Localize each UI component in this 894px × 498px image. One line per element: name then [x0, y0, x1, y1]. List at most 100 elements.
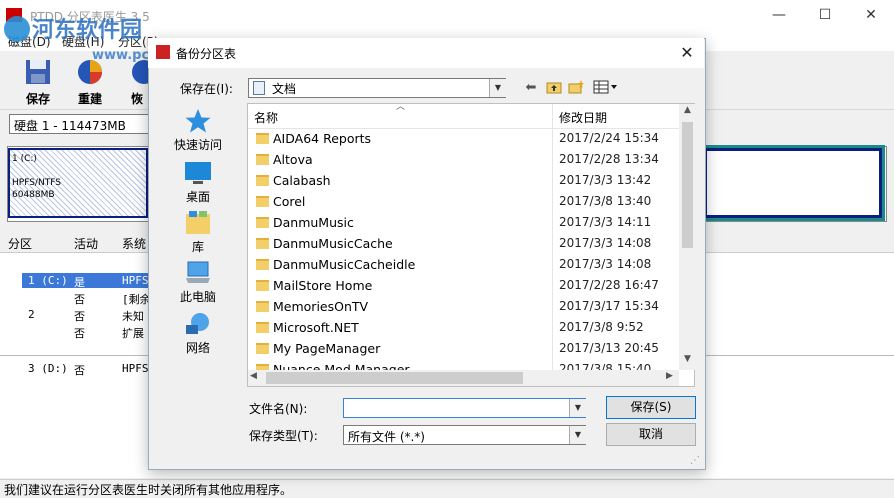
cancel-button[interactable]: 取消 [606, 423, 696, 446]
floppy-disk-icon [26, 60, 50, 84]
list-item[interactable]: DanmuMusic 2017/3/3 14:11 [254, 213, 674, 234]
file-name: My PageManager [273, 341, 381, 356]
place-network[interactable]: 网络 [168, 311, 228, 356]
row5-partition[interactable]: 3 (D:) [28, 362, 68, 375]
scroll-right-icon[interactable]: ▶ [666, 371, 673, 381]
place-quick-access[interactable]: 快速访问 [168, 108, 228, 153]
row2-active: 否 [74, 293, 85, 306]
disk-selector[interactable]: 硬盘 1 - 114473MB [9, 114, 169, 134]
file-name: DanmuMusic [273, 215, 354, 230]
documents-folder-icon [253, 81, 265, 95]
list-item[interactable]: DanmuMusicCache 2017/3/3 14:08 [254, 234, 674, 255]
place-this-pc[interactable]: 此电脑 [168, 260, 228, 305]
save-in-value: 文档 [272, 82, 297, 96]
file-date: 2017/3/8 15:40 [559, 362, 652, 370]
dialog-close-button[interactable]: ✕ [670, 38, 704, 68]
row2-system: [剩余 [122, 293, 151, 306]
folder-icon [256, 343, 269, 354]
row3-partition[interactable]: 2 [28, 308, 35, 321]
file-date: 2017/3/3 13:42 [559, 173, 652, 187]
rebuild-tool-button[interactable]: 重建 [66, 56, 114, 106]
row5-active: 否 [74, 364, 85, 377]
save-tool-button[interactable]: 保存 [14, 56, 62, 106]
up-folder-icon[interactable] [545, 80, 563, 96]
row1-system: HPFS [122, 274, 149, 287]
list-item[interactable]: MailStore Home 2017/2/28 16:47 [254, 276, 674, 297]
file-date: 2017/3/3 14:08 [559, 236, 652, 250]
file-date: 2017/2/24 15:34 [559, 131, 659, 145]
col-system[interactable]: 系统 [122, 235, 146, 252]
partition-d-block[interactable] [701, 145, 885, 221]
col-name-header[interactable]: 名称 [254, 109, 278, 126]
list-item[interactable]: Nuance Mod Manager 2017/3/8 15:40 [254, 360, 674, 370]
network-icon [186, 313, 209, 334]
list-item[interactable]: My PageManager 2017/3/13 20:45 [254, 339, 674, 360]
scroll-up-icon[interactable]: ▲ [679, 105, 696, 119]
list-item[interactable]: DanmuMusicCacheidle 2017/3/3 14:08 [254, 255, 674, 276]
maximize-button[interactable]: ☐ [802, 0, 848, 31]
folder-icon [256, 175, 269, 186]
file-name: Nuance Mod Manager [273, 362, 410, 370]
horizontal-scroll-thumb[interactable] [266, 372, 523, 384]
partition-c-fs: HPFS/NTFS [12, 178, 61, 188]
filetype-dropdown-icon[interactable]: ▼ [569, 426, 586, 444]
folder-icon [256, 133, 269, 144]
file-name: DanmuMusicCache [273, 236, 393, 251]
partition-c-size: 60488MB [12, 190, 55, 200]
scroll-left-icon[interactable]: ◀ [250, 371, 257, 381]
folder-icon [256, 280, 269, 291]
row3-system: 未知 [122, 310, 144, 323]
restore-tool-button[interactable]: 恢 [124, 56, 150, 106]
folder-icon [256, 301, 269, 312]
row4-active: 否 [74, 327, 85, 340]
filename-input[interactable] [343, 398, 586, 418]
status-text: 我们建议在运行分区表医生时关闭所有其他应用程序。 [4, 483, 293, 497]
file-date: 2017/3/8 9:52 [559, 320, 644, 334]
star-icon [185, 109, 211, 133]
file-name: DanmuMusicCacheidle [273, 257, 416, 272]
back-arrow-icon[interactable]: ⬅ [522, 80, 540, 96]
col-date-header[interactable]: 修改日期 [559, 109, 607, 126]
filename-dropdown-icon[interactable]: ▼ [569, 399, 586, 417]
file-date: 2017/3/8 13:40 [559, 194, 652, 208]
row4-system: 扩展 [122, 327, 144, 340]
scroll-down-icon[interactable]: ▼ [679, 354, 696, 368]
place-desktop[interactable]: 桌面 [168, 160, 228, 205]
folder-icon [256, 238, 269, 249]
list-item[interactable]: Microsoft.NET 2017/3/8 9:52 [254, 318, 674, 339]
list-item[interactable]: Altova 2017/2/28 13:34 [254, 150, 674, 171]
resize-grip-icon[interactable]: ⋰ [690, 455, 702, 467]
save-button[interactable]: 保存(S) [606, 396, 696, 419]
list-item[interactable]: Corel 2017/3/8 13:40 [254, 192, 674, 213]
desktop-icon [185, 162, 211, 184]
filetype-select[interactable]: 所有文件 (*.*) [343, 425, 586, 445]
view-menu-icon[interactable] [592, 80, 620, 96]
row3-active: 否 [74, 310, 85, 323]
file-date: 2017/3/17 15:34 [559, 299, 659, 313]
list-item[interactable]: MemoriesOnTV 2017/3/17 15:34 [254, 297, 674, 318]
minimize-button[interactable]: — [756, 0, 802, 31]
close-button[interactable]: ✕ [848, 0, 894, 31]
vertical-scroll-thumb[interactable] [682, 122, 693, 248]
file-date: 2017/3/3 14:08 [559, 257, 652, 271]
file-date: 2017/3/3 14:11 [559, 215, 652, 229]
save-in-label: 保存在(I): [180, 82, 233, 96]
col-active[interactable]: 活动 [74, 235, 98, 252]
file-name: Corel [273, 194, 306, 209]
col-partition[interactable]: 分区 [8, 235, 32, 252]
save-in-dropdown-icon[interactable]: ▼ [489, 79, 506, 97]
folder-icon [256, 259, 269, 270]
list-item[interactable]: Calabash 2017/3/3 13:42 [254, 171, 674, 192]
file-name: Calabash [273, 173, 331, 188]
partition-c-block[interactable]: 1 (C:) HPFS/NTFS 60488MB [8, 148, 148, 218]
file-name: MemoriesOnTV [273, 299, 369, 314]
file-date: 2017/3/13 20:45 [559, 341, 659, 355]
folder-icon [256, 217, 269, 228]
place-library[interactable]: 库 [168, 210, 228, 255]
dialog-title: 备份分区表 [176, 47, 237, 61]
file-name: Microsoft.NET [273, 320, 359, 335]
list-item[interactable]: AIDA64 Reports 2017/2/24 15:34 [254, 129, 674, 150]
table-row[interactable]: 1 (C:) [28, 274, 68, 287]
new-folder-icon[interactable] [567, 80, 585, 96]
sort-up-icon: ︿ [396, 102, 406, 112]
